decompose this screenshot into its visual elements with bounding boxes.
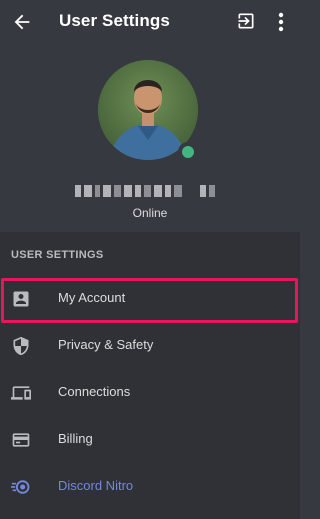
more-options-button[interactable] <box>275 11 287 33</box>
arrow-left-icon <box>14 14 30 30</box>
back-button[interactable] <box>11 11 33 33</box>
menu-item-label: Discord Nitro <box>58 478 134 493</box>
menu-item-connections[interactable]: Connections <box>0 370 300 416</box>
account-card-icon <box>13 291 29 307</box>
devices-icon <box>11 386 31 400</box>
menu-item-discord-nitro[interactable]: Discord Nitro <box>0 464 300 510</box>
user-settings-screen: User Settings Online USER SETTINGS My Ac… <box>0 0 300 519</box>
menu-item-label: Privacy & Safety <box>58 337 154 352</box>
avatar-container[interactable] <box>98 60 200 162</box>
credit-card-icon <box>12 433 30 447</box>
menu-item-billing[interactable]: Billing <box>0 417 300 463</box>
online-status-indicator <box>178 142 198 162</box>
username-redacted <box>75 185 216 197</box>
logout-button[interactable] <box>236 11 256 31</box>
nitro-icon <box>11 480 30 494</box>
menu-item-label: Billing <box>58 431 93 446</box>
shield-icon <box>13 336 29 356</box>
top-app-bar: User Settings <box>0 0 300 44</box>
more-vertical-icon <box>278 12 284 32</box>
page-title: User Settings <box>59 11 170 30</box>
menu-item-my-account[interactable]: My Account <box>0 276 300 322</box>
menu-item-privacy-safety[interactable]: Privacy & Safety <box>0 323 300 369</box>
section-header: USER SETTINGS <box>11 249 104 261</box>
status-text: Online <box>132 206 168 220</box>
menu-item-label: My Account <box>58 290 126 305</box>
menu-item-label: Connections <box>58 384 131 399</box>
settings-panel: USER SETTINGS My Account Privacy & Safet… <box>0 232 300 519</box>
logout-icon <box>238 13 254 29</box>
